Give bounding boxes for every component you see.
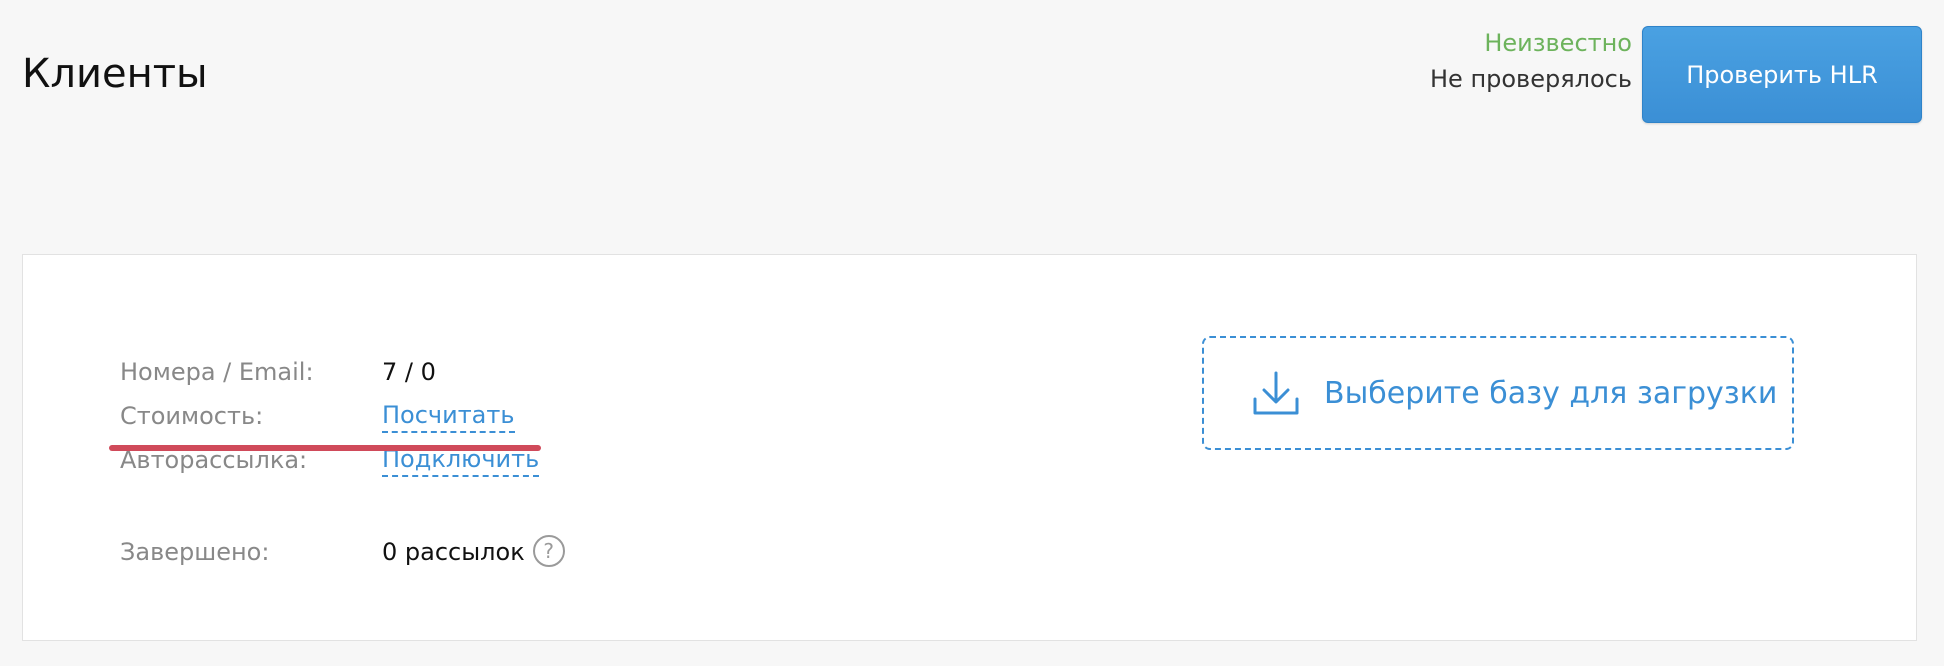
upload-label: Выберите базу для загрузки	[1324, 375, 1778, 411]
hlr-status: Неизвестно Не проверялось	[1430, 26, 1632, 96]
highlight-underline	[109, 445, 541, 451]
download-icon	[1253, 371, 1299, 415]
help-icon[interactable]: ?	[532, 535, 565, 567]
hlr-status-value: Не проверялось	[1430, 65, 1632, 93]
hlr-status-label: Неизвестно	[1484, 29, 1632, 57]
numbers-value: 7 / 0	[382, 358, 436, 386]
check-hlr-button[interactable]: Проверить HLR	[1642, 26, 1922, 123]
upload-dropzone[interactable]: Выберите базу для загрузки	[1202, 336, 1794, 450]
cost-label: Стоимость:	[120, 402, 264, 430]
calculate-cost-link[interactable]: Посчитать	[382, 399, 515, 433]
page-title: Клиенты	[22, 51, 208, 97]
numbers-label: Номера / Email:	[120, 358, 314, 386]
completed-label: Завершено:	[120, 538, 270, 566]
client-base-card: Номера / Email: 7 / 0 Стоимость: Посчита…	[22, 254, 1917, 641]
completed-value: 0 рассылок	[382, 538, 525, 566]
completed-value-wrap: 0 рассылок?	[382, 535, 565, 569]
